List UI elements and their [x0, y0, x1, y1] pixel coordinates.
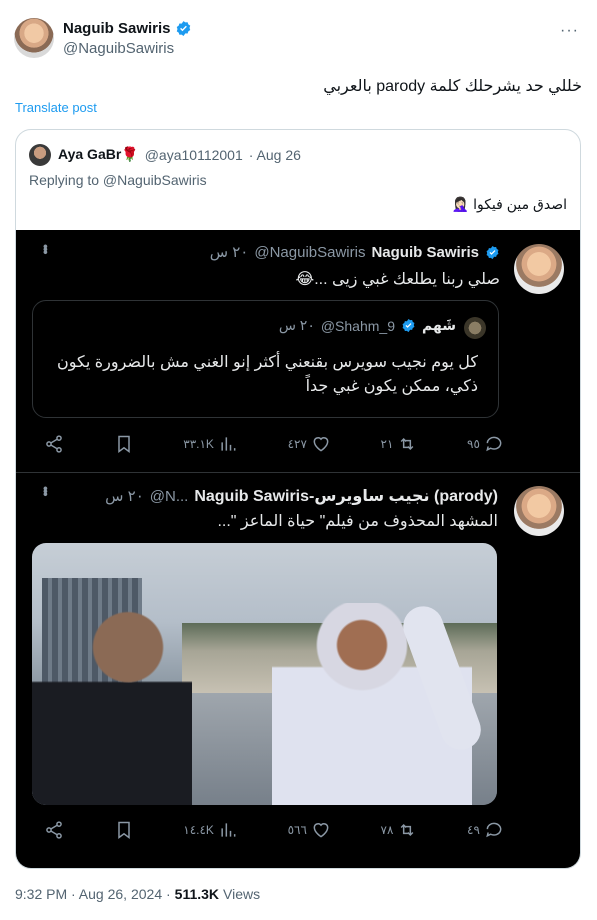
screenshot-quoted-header: ٢٠ س @Shahm_9 شَهم: [279, 317, 456, 334]
screenshot-more-icon-1: •••: [38, 244, 54, 253]
reposts-value: ٢١: [380, 437, 394, 451]
screenshot-tweet2-time: ٢٠ س: [105, 488, 144, 505]
views-value: ١٤.٤K: [183, 823, 214, 837]
screenshot-divider: [16, 472, 580, 473]
views-count-2: ١٤.٤K: [183, 820, 238, 840]
screenshot-photo: [32, 543, 497, 805]
post-text: خللي حد يشرحلك كلمة parody بالعربي: [323, 78, 582, 95]
author-name[interactable]: Naguib Sawiris: [63, 20, 192, 37]
quoted-post-card[interactable]: Aya GaBr🌹 @aya10112001 · Aug 26 Replying…: [15, 129, 581, 869]
author-handle[interactable]: @NaguibSawiris: [63, 40, 174, 57]
verified-badge-icon: [176, 21, 190, 36]
screenshot-tweet2-name: Naguib Sawiris-نجيب ساويرس (parody): [194, 488, 498, 505]
likes-count-2: ٥٦٦: [288, 820, 331, 840]
replies-count-1: ٩٥: [467, 434, 504, 454]
screenshot-quoted-card: ٢٠ س @Shahm_9 شَهم كل يوم نجيب سويرس بقن…: [32, 300, 499, 418]
screenshot-tweet1-header: ٢٠ س @NaguibSawiris Naguib Sawiris: [210, 243, 500, 261]
reply-author-handle: @aya10112001: [144, 146, 243, 163]
repost-icon: [401, 823, 414, 837]
screenshot-tweet1-time: ٢٠ س: [209, 244, 249, 261]
screenshot-tweet1-name: Naguib Sawiris: [371, 243, 479, 261]
screenshot-tweet2-text: المشهد المحذوف من فيلم" حياة الماعز "...: [217, 513, 498, 530]
reply-icon: [486, 822, 502, 838]
screenshot-tweet2-actions: ١٤.٤K ٥٦٦ ٧٨ ٤٩: [44, 820, 504, 840]
replies-value: ٤٩: [467, 823, 480, 837]
heart-icon: [313, 437, 329, 452]
author-name-text[interactable]: Naguib Sawiris: [63, 20, 171, 37]
reply-avatar: [29, 144, 51, 166]
views-value: ٣٣.١K: [183, 437, 214, 451]
reposts-count-1: ٢١: [381, 434, 418, 454]
screenshot-tweet2-header: ٢٠ س @N... Naguib Sawiris-نجيب ساويرس (p…: [105, 486, 498, 506]
screenshot-tweet2-handle: @N...: [149, 487, 189, 505]
share-icon: [44, 434, 64, 454]
screenshot-quoted-handle: @Shahm_9: [320, 317, 395, 334]
repost-icon: [401, 437, 414, 451]
screenshot-quoted-text-line2: ذكي، ممكن يكون غبي جداً: [305, 378, 478, 395]
views-count: 511.3K: [174, 886, 220, 902]
reply-author-name: Aya GaBr🌹: [58, 146, 139, 162]
likes-value: ٥٦٦: [287, 823, 307, 837]
screenshot-more-icon-2: •••: [38, 486, 54, 495]
screenshot-quoted-time: ٢٠ س: [278, 317, 315, 333]
views-count-1: ٣٣.١K: [183, 434, 238, 454]
replies-value: ٩٥: [467, 437, 480, 451]
post-footer: 9:32 PM · Aug 26, 2024 · 511.3K Views: [15, 886, 260, 902]
share-icon: [44, 820, 64, 840]
verified-badge-icon: [402, 318, 415, 333]
likes-count-1: ٤٢٧: [288, 434, 331, 454]
screenshot-quoted-avatar: [464, 317, 486, 339]
views-label: Views: [223, 886, 261, 902]
bookmark-icon: [114, 434, 134, 454]
screenshot-tweet1-handle: @NaguibSawiris: [254, 243, 366, 261]
bookmark-icon: [114, 820, 134, 840]
views-icon: [221, 823, 236, 837]
replying-to: Replying to @NaguibSawiris: [29, 172, 207, 188]
screenshot-avatar-1: [514, 244, 564, 294]
verified-badge-icon: [486, 245, 499, 259]
screenshot-tweet1-text: صلي ربنا يطلعك غبي زيى ...😂: [295, 271, 500, 288]
screenshot-image[interactable]: ٢٠ س @NaguibSawiris Naguib Sawiris ••• ص…: [16, 230, 580, 868]
reposts-count-2: ٧٨: [381, 820, 418, 840]
author-avatar[interactable]: [14, 18, 54, 58]
screenshot-quoted-text-line1: كل يوم نجيب سويرس بقنعني أكثر إنو الغني …: [57, 354, 478, 371]
more-options-icon[interactable]: ···: [560, 22, 579, 40]
heart-icon: [313, 823, 329, 838]
screenshot-tweet1-actions: ٣٣.١K ٤٢٧ ٢١ ٩٥: [44, 434, 504, 454]
screenshot-quoted-name: شَهم: [422, 317, 456, 333]
reposts-value: ٧٨: [380, 823, 394, 837]
views-icon: [221, 437, 236, 451]
post-timestamp[interactable]: 9:32 PM · Aug 26, 2024 ·: [15, 886, 171, 902]
likes-value: ٤٢٧: [287, 437, 307, 451]
reply-icon: [486, 436, 502, 452]
reply-header: Aya GaBr🌹 @aya10112001 · Aug 26: [58, 146, 301, 163]
reply-date: · Aug 26: [248, 146, 301, 163]
reply-text: اصدق مين فيكوا 🤦🏻‍♀️: [451, 196, 567, 212]
replies-count-2: ٤٩: [467, 820, 504, 840]
translate-post-link[interactable]: Translate post: [15, 100, 97, 115]
screenshot-avatar-2: [514, 486, 564, 536]
